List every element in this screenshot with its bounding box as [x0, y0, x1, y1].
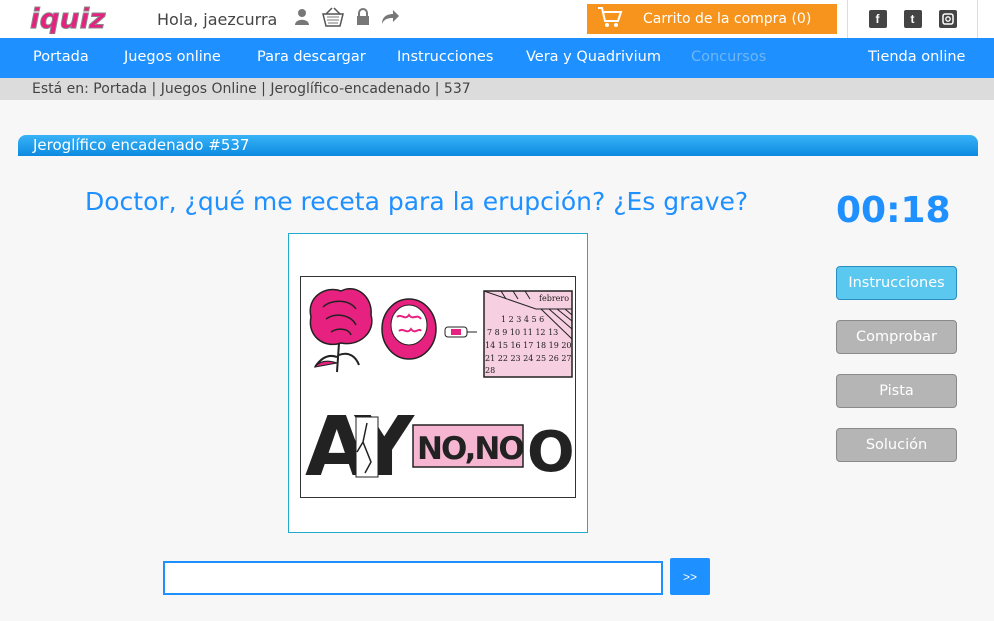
game-title-bar: Jeroglífico encadenado #537 [18, 135, 978, 156]
nav-item-para-descargar[interactable]: Para descargar [257, 49, 366, 65]
big-letter-o: O [527, 420, 575, 485]
svg-text:1 2 3 4 5 6: 1 2 3 4 5 6 [501, 315, 544, 324]
nav-item-instrucciones[interactable]: Instrucciones [397, 49, 493, 65]
twitter-icon[interactable]: t [903, 10, 922, 28]
user-icon[interactable] [294, 8, 310, 26]
top-bar: iquiz Hola, jaezcurra Carrito de la comp… [0, 0, 994, 38]
svg-text:febrero: febrero [539, 294, 569, 303]
greeting-text: Hola, jaezcurra [157, 10, 278, 29]
puzzle-image-frame: febrero 1 2 3 4 5 6 7 8 9 10 11 12 13 14… [288, 233, 588, 533]
lock-icon[interactable] [356, 8, 370, 26]
nav-item-tienda-online[interactable]: Tienda online [868, 49, 965, 65]
timer: 00:18 [836, 190, 951, 231]
cart-icon [597, 6, 623, 32]
svg-text:iquiz: iquiz [30, 4, 106, 34]
nav-item-portada[interactable]: Portada [33, 49, 89, 65]
nav-item-juegos-online[interactable]: Juegos online [124, 49, 221, 65]
pink-no-no: NO,NO [417, 431, 523, 467]
calendar-icon: febrero 1 2 3 4 5 6 7 8 9 10 11 12 13 14… [483, 290, 573, 378]
iquiz-logo[interactable]: iquiz [28, 2, 136, 36]
puzzle-question: Doctor, ¿qué me receta para la erupción?… [85, 187, 749, 216]
facebook-icon[interactable]: f [868, 10, 887, 28]
user-toolbar [294, 6, 400, 28]
check-button[interactable]: Comprobar [836, 320, 957, 354]
tomato-icon [381, 298, 437, 360]
figure-icon [355, 416, 379, 478]
breadcrumb: Está en: Portada | Juegos Online | Jerog… [0, 78, 994, 100]
social-links: f t [847, 0, 978, 38]
instructions-button[interactable]: Instrucciones [836, 266, 957, 300]
submit-answer-button[interactable]: >> [670, 558, 710, 595]
logout-arrow-icon[interactable] [380, 8, 400, 26]
answer-input[interactable] [163, 561, 663, 595]
basket-icon[interactable] [320, 6, 346, 28]
instagram-icon[interactable] [938, 10, 957, 28]
svg-text:14 15 16 17 18 19 20: 14 15 16 17 18 19 20 [485, 341, 572, 350]
solution-button[interactable]: Solución [836, 428, 957, 462]
cart-label: Carrito de la compra (0) [643, 11, 812, 27]
svg-text:28: 28 [485, 366, 495, 375]
main-nav: Portada Juegos online Para descargar Ins… [0, 38, 994, 78]
svg-text:21 22 23 24 25 26 27: 21 22 23 24 25 26 27 [485, 354, 572, 363]
nav-item-vera-quadrivium[interactable]: Vera y Quadrivium [526, 49, 661, 65]
svg-text:7 8 9 10 11 12 13: 7 8 9 10 11 12 13 [487, 328, 558, 337]
hint-button[interactable]: Pista [836, 374, 957, 408]
vial-icon [444, 326, 477, 338]
rose-icon [309, 288, 373, 373]
shopping-cart-button[interactable]: Carrito de la compra (0) [587, 4, 837, 34]
nav-item-concursos: Concursos [691, 49, 767, 65]
puzzle-image: febrero 1 2 3 4 5 6 7 8 9 10 11 12 13 14… [300, 276, 576, 498]
